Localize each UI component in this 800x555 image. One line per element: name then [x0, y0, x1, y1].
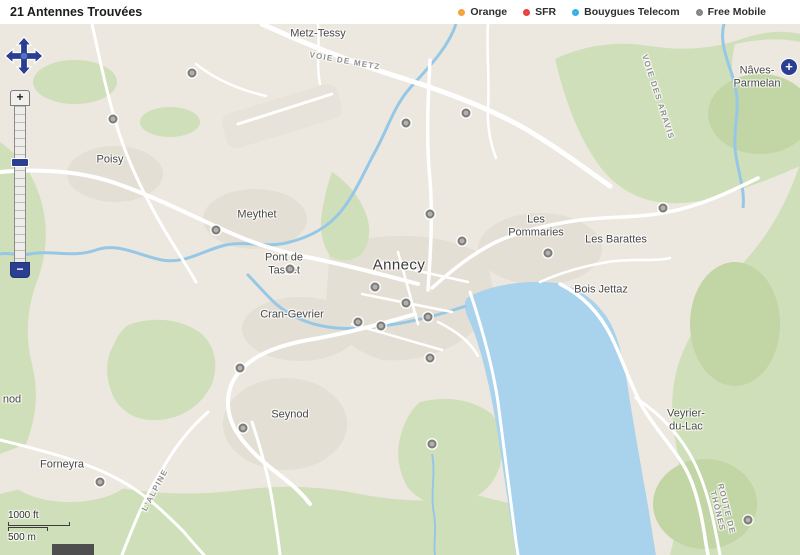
legend-item-bouygues-telecom[interactable]: Bouygues Telecom: [572, 6, 680, 18]
zoom-out-button[interactable]: −: [10, 262, 30, 278]
antenna-marker[interactable]: [236, 364, 245, 373]
free-mobile-dot-icon: [696, 9, 703, 16]
legend-label: SFR: [535, 6, 556, 18]
antenna-marker[interactable]: [428, 440, 437, 449]
scale-metric-bar: [8, 527, 48, 531]
orange-dot-icon: [458, 9, 465, 16]
legend-label: Orange: [470, 6, 507, 18]
bouygues-telecom-dot-icon: [572, 9, 579, 16]
page-title: 21 Antennes Trouvées: [10, 5, 142, 19]
antenna-marker[interactable]: [426, 354, 435, 363]
antenna-marker[interactable]: [371, 283, 380, 292]
pan-control[interactable]: [4, 36, 44, 76]
scale-imperial-label: 1000 ft: [8, 510, 70, 521]
header: 21 Antennes Trouvées Orange SFR Bouygues T…: [0, 0, 800, 24]
antenna-marker[interactable]: [286, 265, 295, 274]
sfr-dot-icon: [523, 9, 530, 16]
zoom-slider-handle[interactable]: [11, 158, 29, 167]
antenna-marker[interactable]: [659, 204, 668, 213]
expand-button[interactable]: +: [780, 58, 798, 76]
antenna-marker[interactable]: [424, 313, 433, 322]
antenna-marker[interactable]: [188, 69, 197, 78]
antenna-marker[interactable]: [109, 115, 118, 124]
legend-label: Bouygues Telecom: [584, 6, 680, 18]
antenna-marker[interactable]: [458, 237, 467, 246]
scale-bar: 1000 ft 500 m: [8, 510, 70, 543]
antenna-marker[interactable]: [744, 516, 753, 525]
antenna-marker[interactable]: [402, 299, 411, 308]
antenna-marker[interactable]: [239, 424, 248, 433]
scale-imperial-bar: [8, 522, 70, 526]
zoom-slider-track[interactable]: [14, 106, 26, 262]
operator-legend: Orange SFR Bouygues Telecom Free Mobile: [458, 6, 766, 18]
antenna-marker[interactable]: [462, 109, 471, 118]
antenna-marker[interactable]: [96, 478, 105, 487]
antenna-marker[interactable]: [354, 318, 363, 327]
attribution-stub: [52, 544, 94, 555]
scale-metric-label: 500 m: [8, 532, 70, 543]
antenna-marker[interactable]: [377, 322, 386, 331]
legend-item-orange[interactable]: Orange: [458, 6, 507, 18]
antenna-marker[interactable]: [544, 249, 553, 258]
antenna-marker[interactable]: [426, 210, 435, 219]
legend-label: Free Mobile: [708, 6, 766, 18]
map-canvas[interactable]: Metz-TessyNâves- ParmelanPoisyMeythetLes…: [0, 24, 800, 555]
legend-item-sfr[interactable]: SFR: [523, 6, 556, 18]
zoom-in-button[interactable]: +: [10, 90, 30, 106]
antenna-map-app: 21 Antennes Trouvées Orange SFR Bouygues T…: [0, 0, 800, 555]
legend-item-free-mobile[interactable]: Free Mobile: [696, 6, 766, 18]
antenna-marker[interactable]: [212, 226, 221, 235]
antenna-marker[interactable]: [402, 119, 411, 128]
pan-compass-icon: [4, 36, 44, 76]
zoom-control: + −: [10, 90, 30, 278]
map-base: [0, 24, 800, 555]
